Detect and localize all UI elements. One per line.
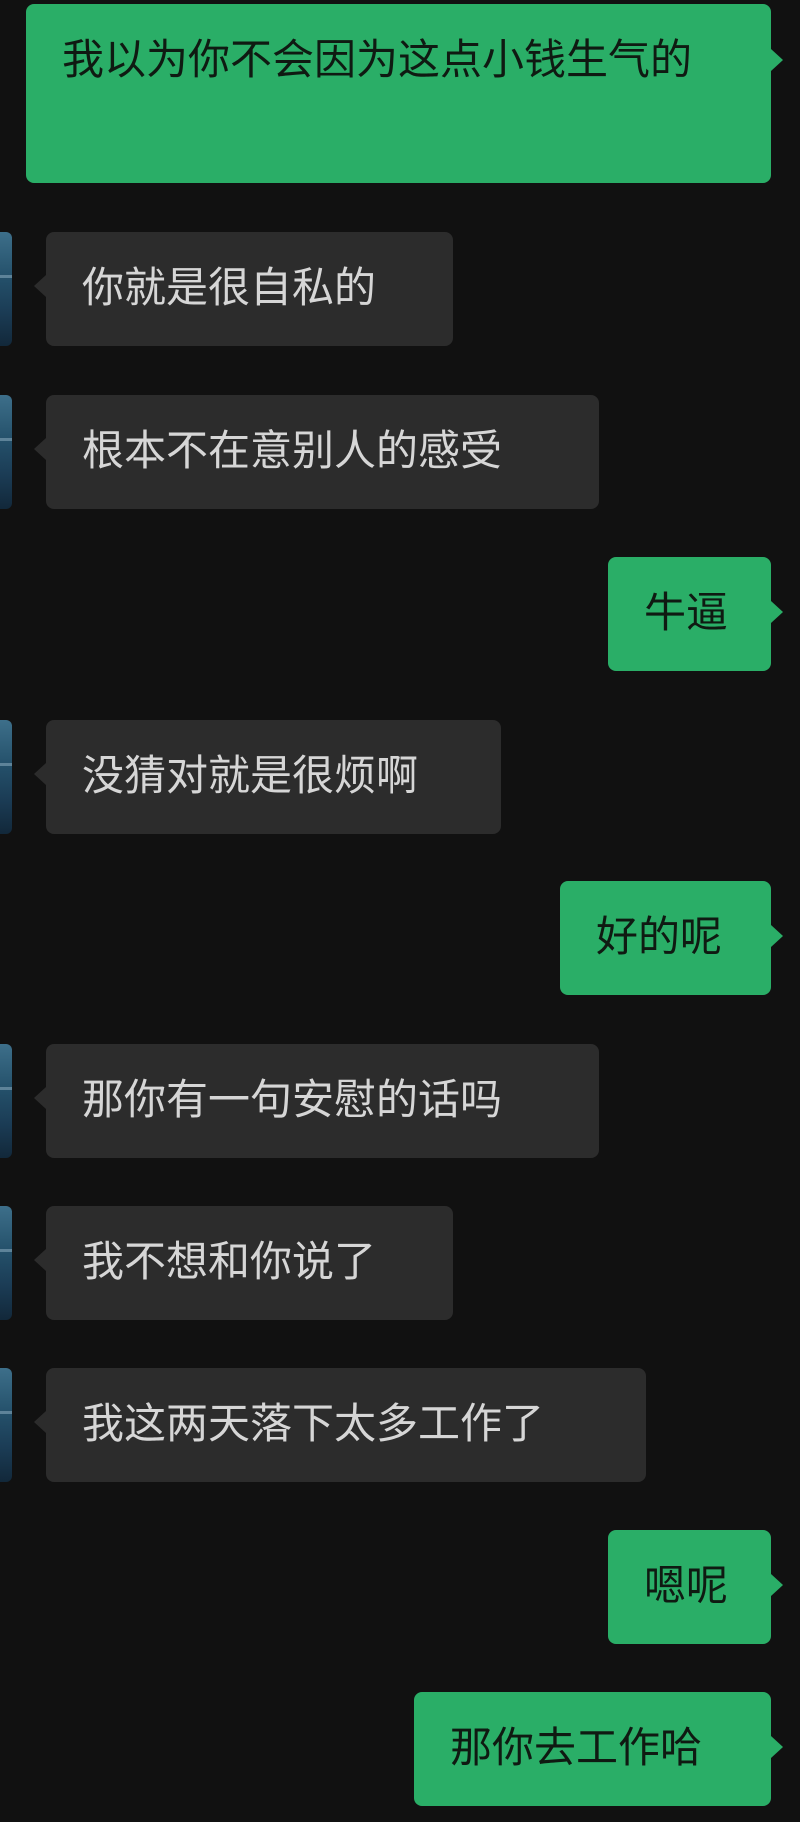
bubble-tail	[771, 1736, 783, 1758]
contact-avatar[interactable]	[0, 1368, 12, 1482]
bubble-tail	[34, 275, 46, 297]
bubble-tail	[34, 1087, 46, 1109]
contact-avatar[interactable]	[0, 232, 12, 346]
bubble-tail	[34, 438, 46, 460]
message-text: 没猜对就是很烦啊	[82, 751, 419, 800]
message-text: 我以为你不会因为这点小钱生气的	[62, 35, 693, 84]
message-bubble[interactable]: 根本不在意别人的感受	[46, 395, 599, 509]
message-bubble[interactable]: 你就是很自私的	[46, 232, 453, 346]
message-text: 我这两天落下太多工作了	[82, 1399, 545, 1448]
chat-message-list[interactable]: 我以为你不会因为这点小钱生气的 你就是很自私的 根本不在意别人的感受 牛逼 没猜…	[0, 0, 800, 1822]
message-bubble[interactable]: 我不想和你说了	[46, 1206, 453, 1320]
bubble-tail	[771, 49, 783, 71]
message-bubble[interactable]: 那你去工作哈	[414, 1692, 771, 1806]
bubble-tail	[771, 601, 783, 623]
contact-avatar[interactable]	[0, 1044, 12, 1158]
message-bubble[interactable]: 我以为你不会因为这点小钱生气的	[26, 4, 771, 183]
contact-avatar[interactable]	[0, 395, 12, 509]
message-bubble[interactable]: 嗯呢	[608, 1530, 771, 1644]
message-bubble[interactable]: 没猜对就是很烦啊	[46, 720, 501, 834]
bubble-tail	[34, 763, 46, 785]
message-text: 那你有一句安慰的话吗	[82, 1075, 503, 1124]
bubble-tail	[34, 1249, 46, 1271]
contact-avatar[interactable]	[0, 1206, 12, 1320]
bubble-tail	[771, 1574, 783, 1596]
message-text: 根本不在意别人的感受	[82, 426, 503, 475]
message-text: 你就是很自私的	[82, 263, 377, 312]
message-text: 我不想和你说了	[82, 1237, 377, 1286]
contact-avatar[interactable]	[0, 720, 12, 834]
message-text: 牛逼	[644, 588, 729, 637]
message-bubble[interactable]: 好的呢	[560, 881, 771, 995]
message-bubble[interactable]: 那你有一句安慰的话吗	[46, 1044, 599, 1158]
message-bubble[interactable]: 我这两天落下太多工作了	[46, 1368, 646, 1482]
bubble-tail	[771, 925, 783, 947]
message-text: 那你去工作哈	[450, 1723, 703, 1772]
message-bubble[interactable]: 牛逼	[608, 557, 771, 671]
bubble-tail	[34, 1411, 46, 1433]
message-text: 好的呢	[596, 912, 723, 961]
message-text: 嗯呢	[644, 1561, 729, 1610]
